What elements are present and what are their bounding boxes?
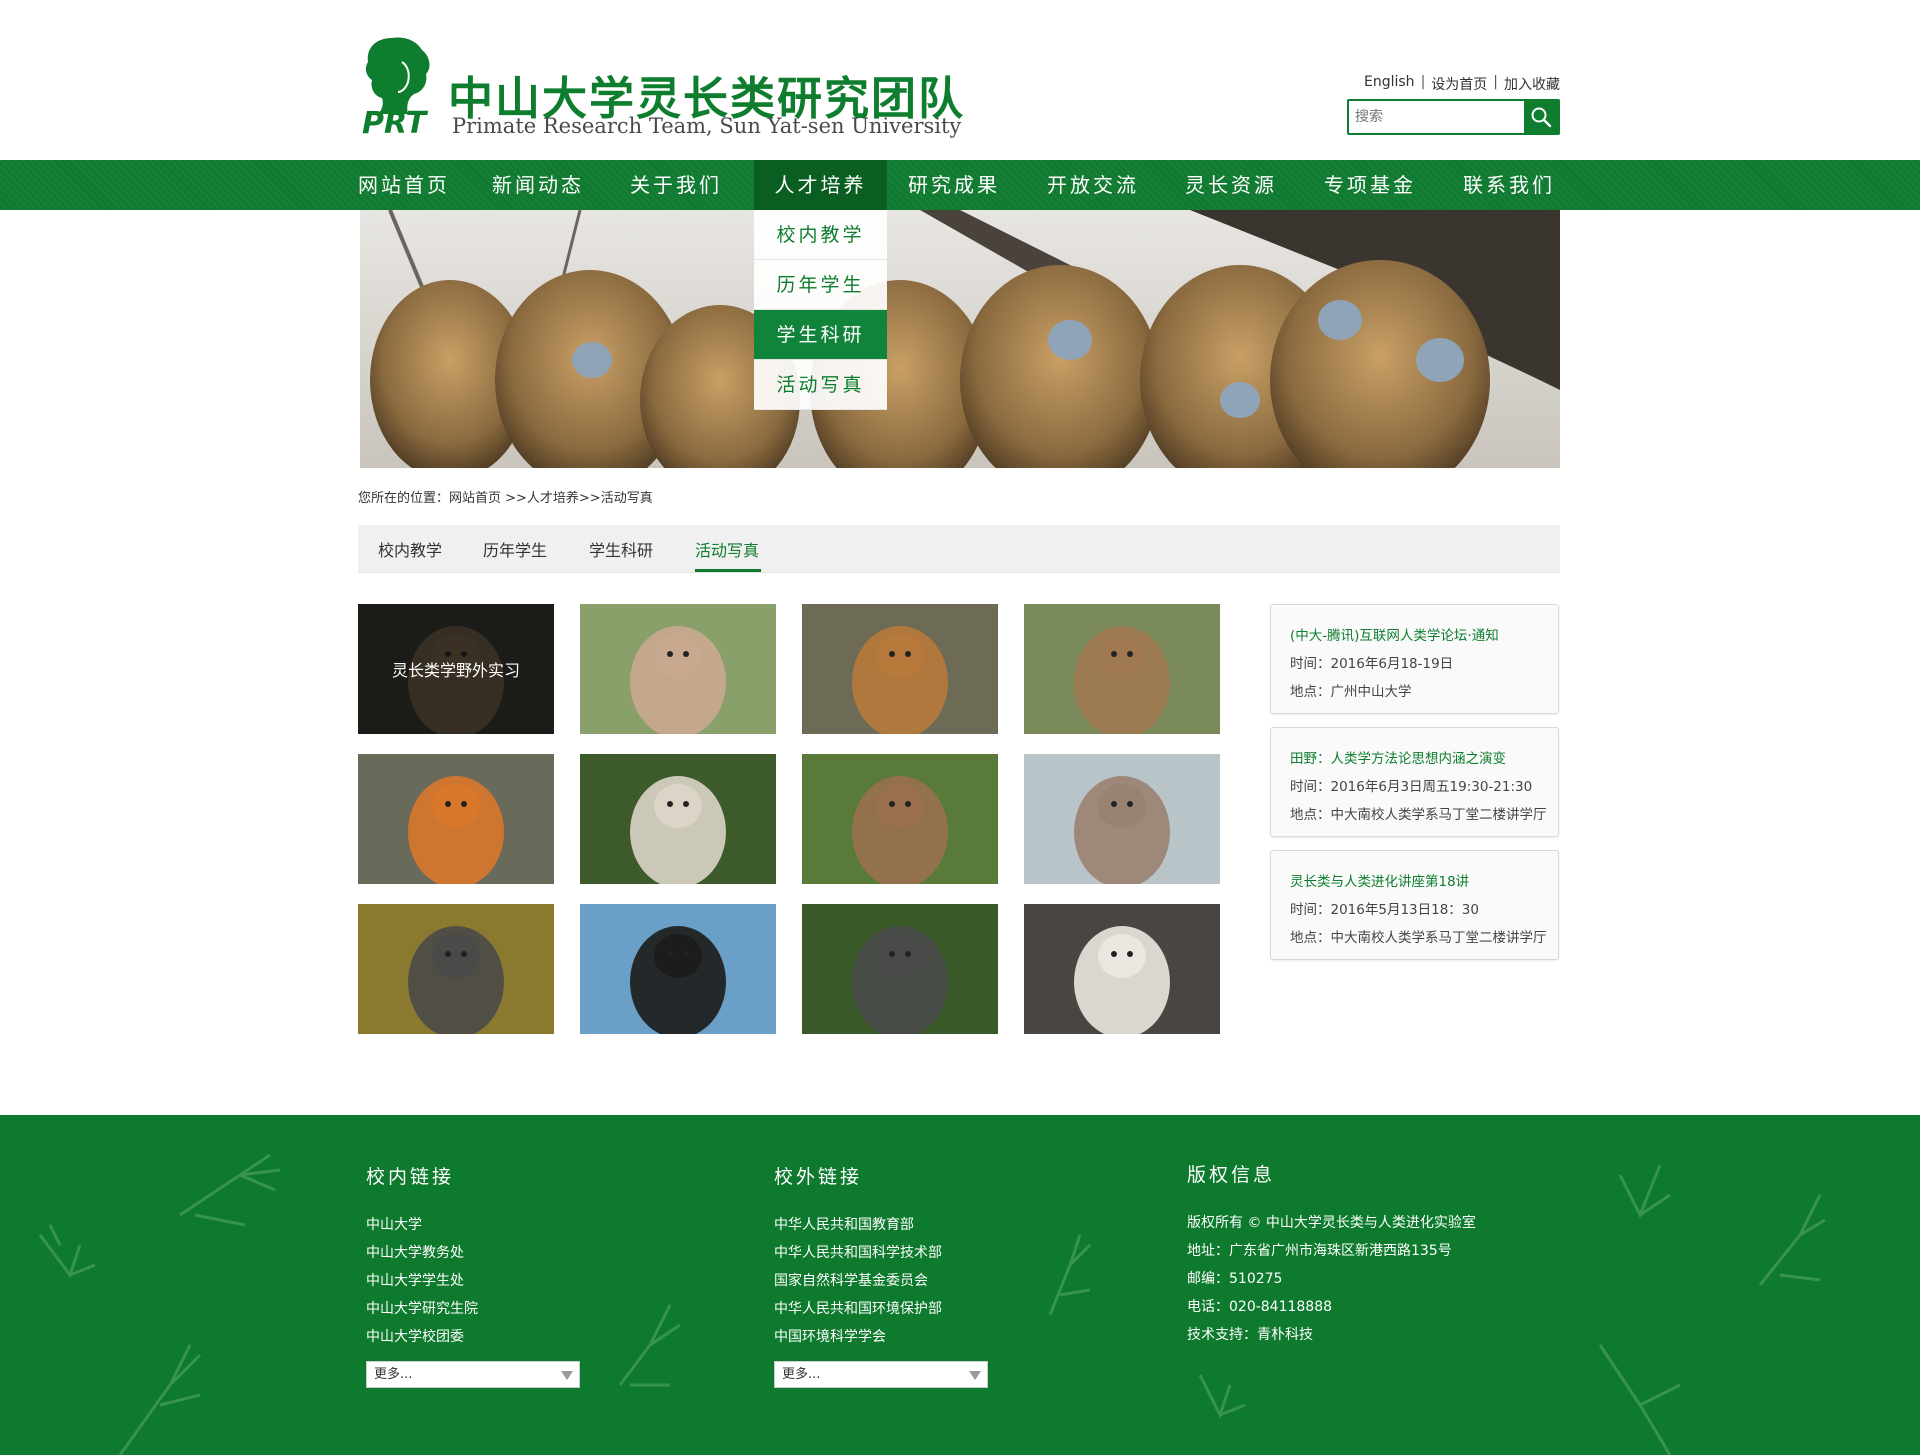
select-value: 更多... (782, 1367, 821, 1382)
nav-resources[interactable]: 灵长资源 (1181, 160, 1281, 210)
tab-students[interactable]: 历年学生 (483, 537, 547, 561)
logo-abbr: PRT (362, 106, 427, 141)
event-time: 时间：2016年6月18-19日 (1290, 656, 1454, 672)
footer: 校内链接 中山大学 中山大学教务处 中山大学学生处 中山大学研究生院 中山大学校… (0, 1115, 1920, 1455)
event-place: 地点：中大南校人类学系马丁堂二楼讲学厅 (1290, 807, 1547, 823)
phone-line: 电话：020-84118888 (1187, 1299, 1333, 1315)
footer-copyright: 版权信息 版权所有 © 中山大学灵长类与人类进化实验室 地址：广东省广州市海珠区… (1187, 1160, 1476, 1349)
gallery-caption: 灵长类学野外实习 (358, 604, 554, 734)
main-nav: 网站首页 新闻动态 关于我们 人才培养 研究成果 开放交流 灵长资源 专项基金 … (0, 160, 1920, 210)
event-title[interactable]: 田野：人类学方法论思想内涵之演变 (1290, 745, 1558, 773)
footer-link[interactable]: 中山大学研究生院 (366, 1295, 580, 1323)
nav-about[interactable]: 关于我们 (626, 160, 726, 210)
footer-link[interactable]: 中山大学校团委 (366, 1323, 580, 1351)
nav-research[interactable]: 研究成果 (904, 160, 1004, 210)
event-card: 田野：人类学方法论思想内涵之演变 时间：2016年6月3日周五19:30-21:… (1270, 727, 1559, 837)
search-button[interactable] (1524, 101, 1558, 133)
event-place: 地点：中大南校人类学系马丁堂二楼讲学厅 (1290, 930, 1547, 946)
dropdown-item-teaching[interactable]: 校内教学 (754, 210, 887, 260)
event-card: (中大-腾讯)互联网人类学论坛·通知 时间：2016年6月18-19日 地点：广… (1270, 604, 1559, 714)
add-favorite-link[interactable]: 加入收藏 (1504, 74, 1560, 94)
gallery-photo-gorilla-with-sprout[interactable] (802, 904, 998, 1034)
event-place: 地点：广州中山大学 (1290, 684, 1412, 700)
footer-link[interactable]: 中山大学教务处 (366, 1239, 580, 1267)
postcode-line: 邮编：510275 (1187, 1271, 1283, 1287)
top-links: English | 设为首页 | 加入收藏 (1348, 74, 1560, 94)
footer-link[interactable]: 中华人民共和国教育部 (774, 1211, 988, 1239)
footer-link[interactable]: 国家自然科学基金委员会 (774, 1267, 988, 1295)
separator: | (1493, 74, 1498, 90)
set-homepage-link[interactable]: 设为首页 (1431, 74, 1487, 94)
gallery-photo-white-gibbon[interactable] (580, 754, 776, 884)
event-title[interactable]: (中大-腾讯)互联网人类学论坛·通知 (1290, 622, 1558, 650)
address-line: 地址：广东省广州市海珠区新港西路135号 (1187, 1243, 1452, 1259)
search-input[interactable] (1349, 101, 1524, 133)
search-icon (1531, 107, 1552, 128)
dropdown-item-activities[interactable]: 活动写真 (754, 360, 887, 410)
nav-contact[interactable]: 联系我们 (1458, 160, 1560, 210)
nav-exchange[interactable]: 开放交流 (1043, 160, 1143, 210)
nav-home[interactable]: 网站首页 (358, 160, 448, 210)
footer-external-links: 校外链接 中华人民共和国教育部 中华人民共和国科学技术部 国家自然科学基金委员会… (774, 1162, 988, 1388)
tab-student-research[interactable]: 学生科研 (589, 537, 653, 561)
footer-link[interactable]: 中山大学 (366, 1211, 580, 1239)
chevron-down-icon (561, 1371, 573, 1380)
gallery-photo-langur-on-branch[interactable] (802, 604, 998, 734)
footer-heading: 版权信息 (1187, 1164, 1276, 1186)
gallery-photo-capuchin-monkey[interactable]: 灵长类学野外实习 (358, 604, 554, 734)
gallery-photo-gorilla-silhouette[interactable] (580, 904, 776, 1034)
active-tab-indicator (695, 569, 761, 572)
event-title[interactable]: 灵长类与人类进化讲座第18讲 (1290, 868, 1558, 896)
nav-news[interactable]: 新闻动态 (488, 160, 588, 210)
banner-image (360, 210, 1560, 468)
footer-internal-links: 校内链接 中山大学 中山大学教务处 中山大学学生处 中山大学研究生院 中山大学校… (366, 1162, 580, 1388)
dropdown-item-student-research[interactable]: 学生科研 (754, 310, 887, 360)
gallery-photo-young-macaque[interactable] (802, 754, 998, 884)
breadcrumb: 您所在的位置：网站首页 >>人才培养>>活动写真 (358, 491, 653, 506)
internal-links-select[interactable]: 更多... (366, 1361, 580, 1388)
event-time: 时间：2016年5月13日18：30 (1290, 902, 1479, 918)
gallery-photo-barbary-macaque[interactable] (1024, 604, 1220, 734)
copyright-line: 版权所有 © 中山大学灵长类与人类进化实验室 (1187, 1215, 1476, 1231)
footer-link[interactable]: 中国环境科学学会 (774, 1323, 988, 1351)
gallery-photo-golden-monkey-lying[interactable] (358, 754, 554, 884)
chevron-down-icon (969, 1371, 981, 1380)
tab-activities[interactable]: 活动写真 (695, 537, 759, 561)
footer-link[interactable]: 中华人民共和国科学技术部 (774, 1239, 988, 1267)
tab-teaching[interactable]: 校内教学 (378, 537, 442, 561)
separator: | (1420, 74, 1426, 90)
dropdown-item-students[interactable]: 历年学生 (754, 260, 887, 310)
nav-fund[interactable]: 专项基金 (1320, 160, 1420, 210)
english-link[interactable]: English (1364, 74, 1415, 94)
search-box (1347, 99, 1560, 135)
talent-dropdown-menu: 校内教学 历年学生 学生科研 活动写真 (754, 210, 887, 410)
sub-tabs: 校内教学 历年学生 学生科研 活动写真 (358, 525, 1560, 573)
tech-support-line: 技术支持：青朴科技 (1187, 1327, 1313, 1343)
external-links-select[interactable]: 更多... (774, 1361, 988, 1388)
footer-heading: 校内链接 (366, 1166, 455, 1188)
footer-heading: 校外链接 (774, 1166, 863, 1188)
nav-talent[interactable]: 人才培养 (754, 160, 887, 210)
event-time: 时间：2016年6月3日周五19:30-21:30 (1290, 779, 1533, 795)
footer-link[interactable]: 中山大学学生处 (366, 1267, 580, 1295)
gallery-photo-monkey-with-dove[interactable] (1024, 904, 1220, 1034)
select-value: 更多... (374, 1367, 413, 1382)
gallery-photo-snow-monkeys-hugging[interactable] (1024, 754, 1220, 884)
site-subtitle: Primate Research Team, Sun Yat-sen Unive… (452, 114, 962, 138)
event-card: 灵长类与人类进化讲座第18讲 时间：2016年5月13日18：30 地点：中大南… (1270, 850, 1559, 960)
gallery-photo-macaque-face[interactable] (580, 604, 776, 734)
footer-link[interactable]: 中华人民共和国环境保护部 (774, 1295, 988, 1323)
gallery-photo-gorilla-portrait[interactable] (358, 904, 554, 1034)
